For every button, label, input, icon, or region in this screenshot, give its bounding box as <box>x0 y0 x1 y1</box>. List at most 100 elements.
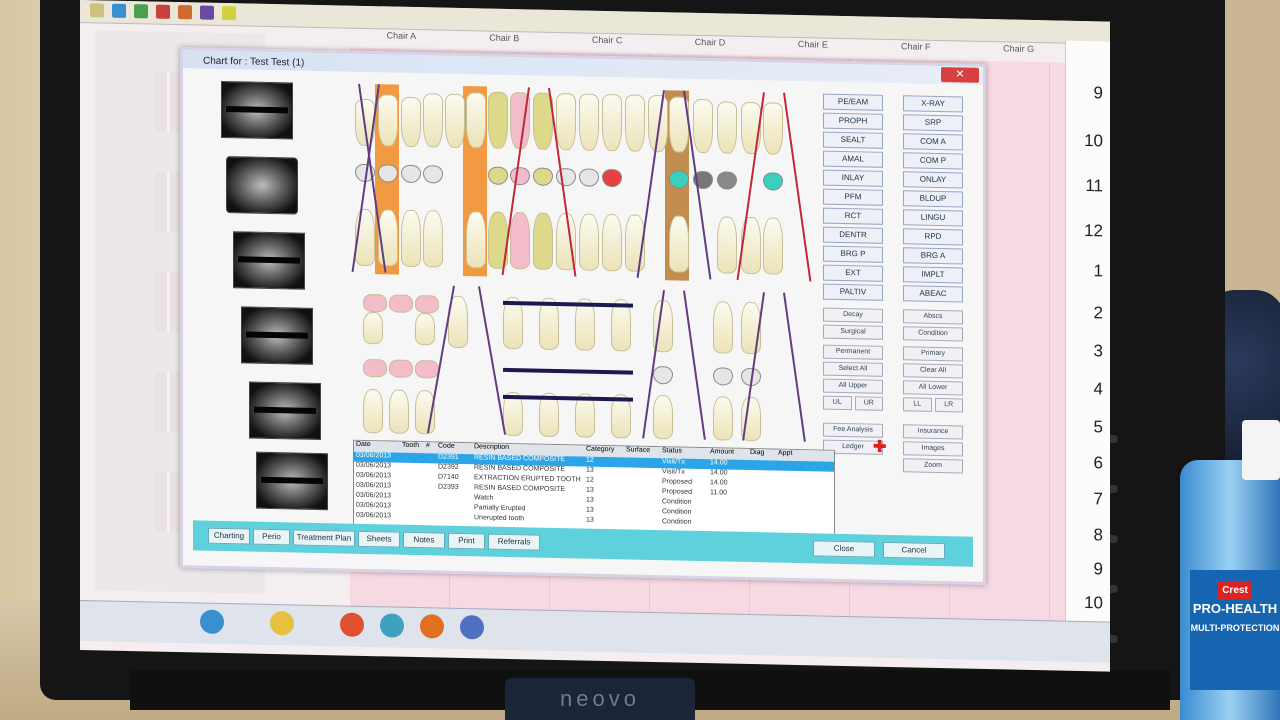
start-button[interactable] <box>200 609 224 635</box>
tooth[interactable] <box>602 93 622 152</box>
column-header[interactable]: Surface <box>624 446 660 458</box>
procedure-button[interactable]: X-RAY <box>903 95 963 113</box>
taskbar-app-icon[interactable] <box>460 614 484 640</box>
tooth-root[interactable] <box>363 388 383 434</box>
ul-button[interactable]: UL <box>823 395 852 411</box>
procedure-button[interactable]: COM A <box>903 133 963 151</box>
tooth-root[interactable] <box>510 212 530 270</box>
decay-button[interactable]: Decay <box>823 307 883 323</box>
procedure-button[interactable]: AMAL <box>823 150 883 168</box>
tooth-occlusal[interactable] <box>401 164 421 184</box>
tooth-root[interactable] <box>602 213 622 272</box>
tooth-occlusal[interactable] <box>717 171 737 190</box>
tooth-occlusal[interactable] <box>763 172 783 191</box>
tooth[interactable] <box>693 98 713 154</box>
toolbar-icon[interactable] <box>178 5 192 20</box>
ll-button[interactable]: LL <box>903 397 932 412</box>
tooth-occlusal[interactable] <box>423 165 443 184</box>
toolbar-icon[interactable] <box>200 5 214 20</box>
chair-header[interactable]: Chair F <box>864 40 967 58</box>
tooth[interactable] <box>401 96 421 148</box>
notes-button[interactable]: Notes <box>403 531 445 549</box>
charting-button[interactable]: Charting <box>208 527 250 545</box>
tooth[interactable] <box>625 94 645 152</box>
tooth[interactable] <box>579 93 599 151</box>
taskbar-app-icon[interactable] <box>380 613 404 638</box>
procedure-button[interactable]: DENTR <box>823 226 883 244</box>
clear-all-button[interactable]: Clear All <box>903 363 963 379</box>
tooth-root[interactable] <box>401 209 421 268</box>
chair-header[interactable]: Chair E <box>761 38 864 56</box>
column-header[interactable]: Code <box>436 442 472 454</box>
tooth-root[interactable] <box>717 216 737 274</box>
xray-thumbnail[interactable] <box>233 231 305 290</box>
column-header[interactable]: # <box>424 442 436 453</box>
abscess-button[interactable]: Abscs <box>903 309 963 325</box>
tooth-root[interactable] <box>533 212 553 270</box>
taskbar-app-icon[interactable] <box>270 610 294 636</box>
tooth[interactable] <box>466 92 486 149</box>
tooth-root[interactable] <box>466 211 486 269</box>
tooth-root[interactable] <box>363 311 383 345</box>
tooth-chart[interactable] <box>351 83 813 474</box>
procedure-button[interactable]: PFM <box>823 188 883 206</box>
toolbar-icon[interactable] <box>222 5 236 21</box>
medical-alert-icon[interactable]: ✚ <box>873 437 886 457</box>
tooth[interactable] <box>378 94 398 147</box>
tooth-occlusal[interactable] <box>510 167 530 186</box>
procedure-button[interactable]: BRG P <box>823 245 883 263</box>
tooth[interactable] <box>488 91 508 149</box>
procedure-button[interactable]: IMPLT <box>903 266 963 284</box>
column-header[interactable]: Tooth <box>400 442 424 454</box>
tooth[interactable] <box>389 294 413 313</box>
procedure-button[interactable]: EXT <box>823 264 883 282</box>
procedure-button[interactable]: PE/EAM <box>823 93 883 111</box>
all-lower-button[interactable]: All Lower <box>903 380 963 396</box>
insurance-button[interactable]: Insurance <box>903 424 963 440</box>
procedure-button[interactable]: PALTIV <box>823 283 883 301</box>
tooth-root[interactable] <box>423 210 443 268</box>
toolbar-icon[interactable] <box>134 4 148 19</box>
tooth[interactable] <box>763 102 783 155</box>
procedure-button[interactable]: SEALT <box>823 131 883 149</box>
select-all-button[interactable]: Select All <box>823 361 883 377</box>
tooth-root[interactable] <box>669 215 689 273</box>
xray-thumbnail[interactable] <box>221 80 293 140</box>
print-button[interactable]: Print <box>448 532 485 550</box>
tooth[interactable] <box>556 92 576 151</box>
xray-thumbnail[interactable] <box>256 451 328 511</box>
tooth-occlusal[interactable] <box>713 367 733 386</box>
tooth-root[interactable] <box>713 301 733 354</box>
chair-header[interactable]: Chair G <box>967 43 1070 61</box>
referrals-button[interactable]: Referrals <box>488 533 540 551</box>
tooth-occlusal[interactable] <box>653 366 673 385</box>
ur-button[interactable]: UR <box>854 396 883 411</box>
tooth-root[interactable] <box>713 396 733 441</box>
tooth-occlusal[interactable] <box>488 166 508 185</box>
xray-thumbnail[interactable] <box>241 306 313 365</box>
chair-header[interactable]: Chair D <box>659 36 762 54</box>
surgical-button[interactable]: Surgical <box>823 324 883 340</box>
tooth-occlusal[interactable] <box>579 168 599 187</box>
tooth-occlusal[interactable] <box>363 358 387 378</box>
tooth-root[interactable] <box>415 313 435 346</box>
column-header[interactable]: Diag <box>748 449 776 461</box>
tooth-root[interactable] <box>579 213 599 271</box>
column-header[interactable]: Amount <box>708 448 748 460</box>
perio-button[interactable]: Perio <box>253 528 290 546</box>
chair-header[interactable]: Chair A <box>350 30 453 48</box>
procedure-button[interactable]: SRP <box>903 114 963 132</box>
procedure-button[interactable]: LINGU <box>903 209 963 227</box>
tooth-root[interactable] <box>763 217 783 275</box>
treatment-plan-button[interactable]: Treatment Plan <box>293 529 355 547</box>
all-upper-button[interactable]: All Upper <box>823 378 883 394</box>
column-header[interactable]: Appt <box>776 450 818 462</box>
procedure-button[interactable]: ONLAY <box>903 171 963 189</box>
taskbar-app-icon[interactable] <box>340 612 364 637</box>
close-button[interactable]: Close <box>813 540 875 558</box>
close-icon[interactable]: ✕ <box>941 67 979 83</box>
procedure-button[interactable]: COM P <box>903 152 963 170</box>
chair-header[interactable]: Chair B <box>453 32 556 50</box>
lr-button[interactable]: LR <box>934 397 963 413</box>
permanent-button[interactable]: Permanent <box>823 344 883 360</box>
